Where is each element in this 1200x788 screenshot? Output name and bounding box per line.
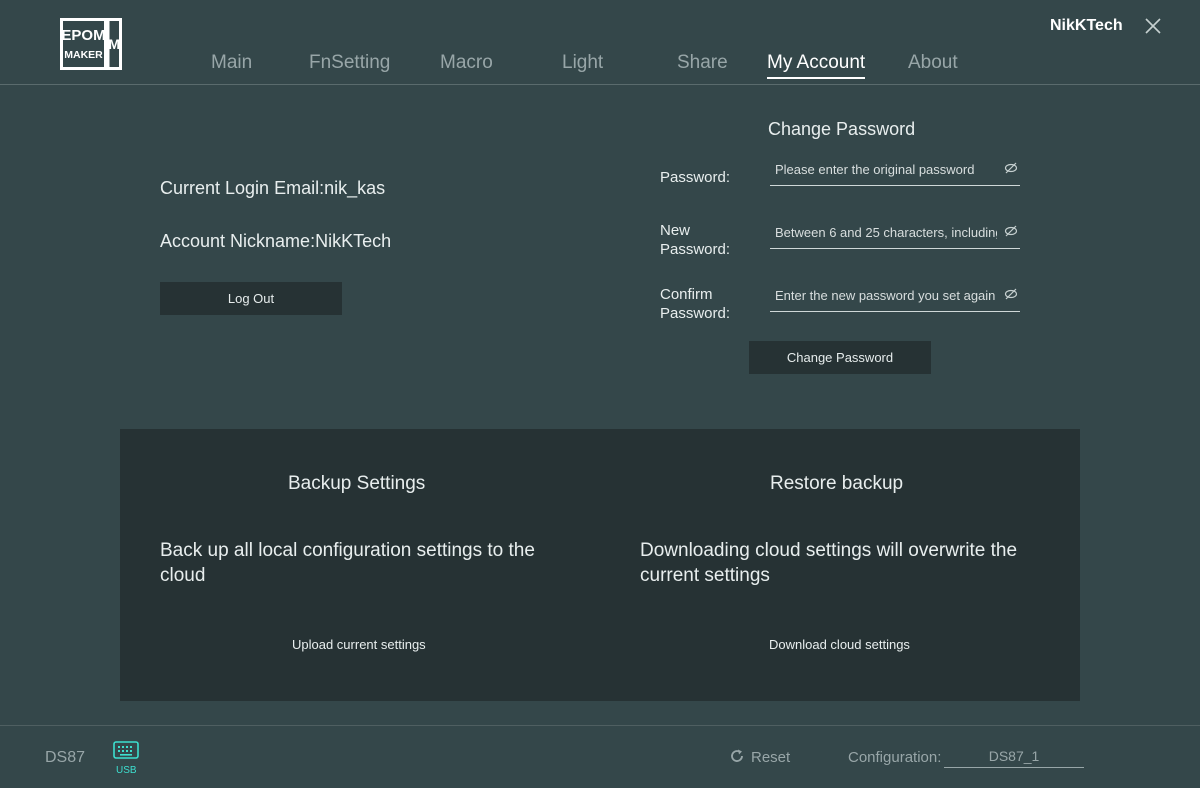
eye-off-icon[interactable] — [1004, 287, 1018, 301]
logo-text-epom: EPOM — [61, 27, 105, 44]
eye-off-icon[interactable] — [1004, 161, 1018, 175]
confirm-password-input[interactable] — [775, 281, 997, 309]
tab-about[interactable]: About — [908, 52, 958, 74]
new-password-label-line1: New — [660, 222, 691, 239]
restore-backup-title: Restore backup — [770, 473, 904, 494]
confirm-password-field — [770, 281, 1020, 312]
original-password-field — [770, 155, 1020, 186]
password-label: Password: — [660, 169, 731, 186]
keyboard-icon[interactable] — [112, 739, 140, 763]
restore-description: Downloading cloud settings will overwrit… — [640, 540, 1018, 586]
new-password-field — [770, 218, 1020, 249]
device-name[interactable]: DS87 — [45, 749, 85, 767]
new-password-label: New Password: — [660, 221, 730, 259]
new-password-input[interactable] — [775, 218, 997, 246]
user-nickname: NikKTech — [1050, 17, 1123, 34]
original-password-input[interactable] — [775, 155, 997, 183]
current-login-email: Current Login Email:nik_kas — [160, 178, 386, 198]
tab-macro[interactable]: Macro — [440, 52, 493, 74]
tab-light[interactable]: Light — [562, 52, 603, 74]
change-password-button[interactable]: Change Password — [749, 341, 931, 374]
svg-text:M: M — [108, 36, 120, 52]
tab-main[interactable]: Main — [211, 52, 252, 74]
reset-icon[interactable] — [729, 748, 745, 764]
reset-button[interactable]: Reset — [751, 749, 790, 766]
log-out-button[interactable]: Log Out — [160, 282, 342, 315]
tab-fnsetting[interactable]: FnSetting — [309, 52, 390, 74]
connection-label: USB — [116, 765, 137, 776]
change-password-title: Change Password — [768, 119, 916, 139]
logo-text-maker: MAKER — [64, 49, 103, 61]
account-nickname: Account Nickname:NikKTech — [160, 231, 392, 251]
confirm-password-label-line2: Password: — [660, 305, 731, 322]
backup-settings-title: Backup Settings — [288, 473, 426, 494]
close-icon[interactable] — [1143, 16, 1163, 36]
download-cloud-settings-button[interactable]: Download cloud settings — [769, 637, 910, 652]
new-password-label-line2: Password: — [660, 241, 731, 258]
configuration-label: Configuration: — [848, 749, 942, 766]
tab-my-account[interactable]: My Account — [767, 52, 866, 79]
eye-off-icon[interactable] — [1004, 224, 1018, 238]
tab-share[interactable]: Share — [677, 52, 728, 74]
confirm-password-label: Confirm Password: — [660, 285, 730, 323]
epomaker-logo: EPOM MAKER M — [60, 18, 122, 70]
upload-current-settings-button[interactable]: Upload current settings — [292, 637, 426, 652]
confirm-password-label-line1: Confirm — [660, 286, 713, 303]
configuration-select[interactable]: DS87_1 — [944, 748, 1084, 768]
footer-divider — [0, 725, 1200, 726]
header-divider — [0, 84, 1200, 85]
backup-description: Back up all local configuration settings… — [160, 540, 535, 586]
